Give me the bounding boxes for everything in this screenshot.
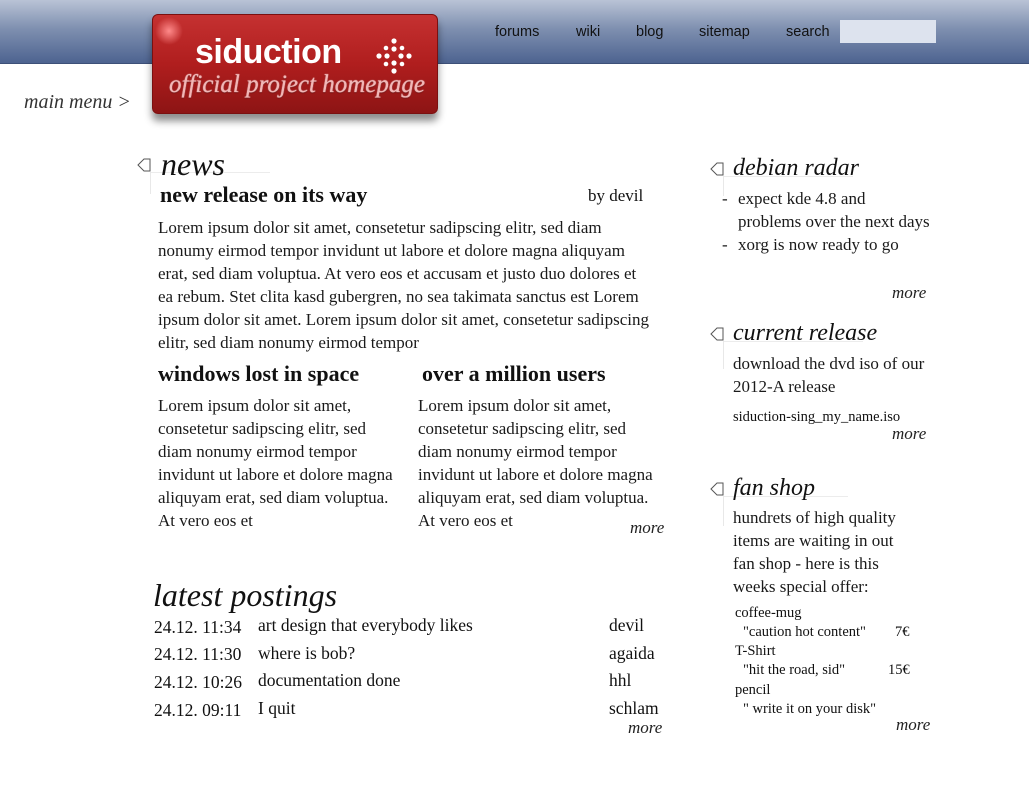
- shop-item-desc: "caution hot content": [743, 624, 866, 640]
- news-lead-title[interactable]: new release on its way: [160, 182, 367, 208]
- shop-item-desc: "hit the road, sid": [743, 662, 846, 678]
- section-tab-icon: [710, 482, 724, 496]
- current-release-text: download the dvd iso of our 2012-A relea…: [733, 354, 925, 396]
- site-logo[interactable]: siduction official project homepage: [152, 14, 438, 114]
- posting-time: 24.12. 11:34: [154, 617, 242, 637]
- news-lead-text: Lorem ipsum dolor sit amet, consetetur s…: [158, 218, 650, 352]
- posting-user-link[interactable]: hhl: [609, 670, 631, 691]
- news-lead-author: by devil: [588, 186, 644, 205]
- posting-title-link[interactable]: where is bob?: [258, 643, 355, 664]
- shop-item-price: 7€: [895, 624, 910, 640]
- search-input[interactable]: [840, 20, 936, 43]
- news-more-link[interactable]: more: [630, 518, 664, 538]
- posting-user-link[interactable]: devil: [609, 615, 644, 636]
- latest-postings-heading: latest postings: [153, 577, 338, 613]
- fan-shop-heading: fan shop: [733, 475, 816, 501]
- siduction-dots-icon: [376, 38, 412, 74]
- nav-wiki-link[interactable]: wiki: [576, 24, 600, 40]
- section-tab-icon: [710, 162, 724, 176]
- divider: [150, 172, 151, 194]
- release-more-link[interactable]: more: [892, 424, 926, 444]
- shop-item-name[interactable]: coffee-mug: [735, 605, 802, 622]
- section-tab-icon: [137, 158, 151, 172]
- shop-item-desc: " write it on your disk": [743, 701, 877, 717]
- search-label: search: [786, 24, 830, 40]
- logo-wordmark: siduction: [195, 33, 342, 71]
- divider: [723, 496, 724, 526]
- radar-item[interactable]: expect kde 4.8 and problems over the nex…: [722, 187, 932, 233]
- radar-item[interactable]: xorg is now ready to go: [722, 233, 932, 256]
- radar-more-link[interactable]: more: [892, 283, 926, 303]
- postings-more-link[interactable]: more: [628, 718, 662, 738]
- release-iso-link[interactable]: siduction-sing_my_name.iso: [733, 409, 900, 426]
- news-heading: news: [161, 146, 225, 182]
- article-text: Lorem ipsum dolor sit amet, consetetur s…: [158, 396, 393, 530]
- shop-item-price: 15€: [888, 662, 910, 678]
- main-menu-link[interactable]: main menu >: [24, 91, 131, 114]
- current-release-heading: current release: [733, 320, 878, 346]
- nav-sitemap-link[interactable]: sitemap: [699, 24, 750, 40]
- debian-radar-heading: debian radar: [733, 155, 859, 181]
- posting-user-link[interactable]: schlam: [609, 698, 659, 719]
- fan-shop-text: hundrets of high quality items are waiti…: [733, 508, 896, 596]
- divider: [723, 341, 724, 369]
- posting-title-link[interactable]: documentation done: [258, 670, 400, 691]
- article-title[interactable]: windows lost in space: [158, 361, 359, 387]
- article-title[interactable]: over a million users: [422, 361, 606, 387]
- shop-more-link[interactable]: more: [896, 715, 930, 735]
- posting-time: 24.12. 09:11: [154, 700, 242, 720]
- posting-time: 24.12. 10:26: [154, 672, 242, 692]
- logo-tagline: official project homepage: [169, 71, 425, 98]
- posting-user-link[interactable]: agaida: [609, 643, 655, 664]
- posting-title-link[interactable]: art design that everybody likes: [258, 615, 473, 636]
- article-text: Lorem ipsum dolor sit amet, consetetur s…: [418, 396, 653, 530]
- nav-forums-link[interactable]: forums: [495, 24, 539, 40]
- posting-title-link[interactable]: I quit: [258, 698, 295, 719]
- section-tab-icon: [710, 327, 724, 341]
- posting-time: 24.12. 11:30: [154, 644, 242, 664]
- shop-item-name[interactable]: T-Shirt: [735, 643, 776, 660]
- nav-blog-link[interactable]: blog: [636, 24, 663, 40]
- shop-item-name[interactable]: pencil: [735, 682, 770, 699]
- logo-shine: [155, 17, 183, 45]
- debian-radar-list: expect kde 4.8 and problems over the nex…: [722, 187, 932, 256]
